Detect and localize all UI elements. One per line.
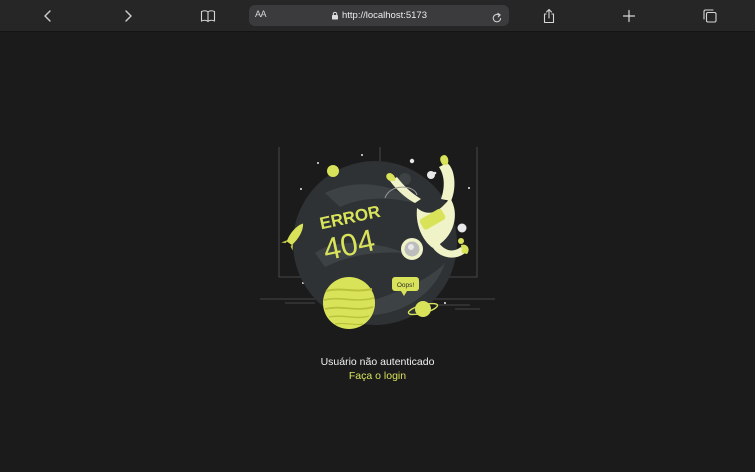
chevron-right-icon (125, 10, 132, 22)
plus-icon (622, 9, 636, 23)
browser-toolbar: AA http://localhost:5173 (0, 0, 755, 32)
moon-small (457, 223, 467, 233)
lock-icon (331, 11, 338, 20)
page-content: ERROR 404 Oops! Usuário não autenticado … (0, 33, 755, 472)
yellow-planet (323, 277, 375, 329)
back-button[interactable] (37, 6, 59, 26)
new-tab-button[interactable] (618, 6, 640, 26)
moon-yellow (327, 165, 339, 177)
reload-button[interactable] (491, 9, 503, 28)
chevron-left-icon (44, 10, 51, 22)
error-404-illustration: ERROR 404 Oops! (260, 147, 495, 329)
share-button[interactable] (538, 6, 560, 26)
bookmarks-button[interactable] (197, 6, 219, 26)
oops-text: Oops! (397, 282, 415, 289)
forward-button[interactable] (117, 6, 139, 26)
share-icon (543, 8, 555, 24)
tab-overview-button[interactable] (699, 6, 721, 26)
login-link[interactable]: Faça o login (0, 370, 755, 382)
reload-icon (492, 12, 502, 23)
book-icon (200, 10, 216, 23)
auth-message: Usuário não autenticado (320, 356, 435, 368)
url-display[interactable]: http://localhost:5173 (249, 5, 509, 26)
url-text: http://localhost:5173 (341, 10, 428, 21)
tabs-icon (703, 9, 717, 23)
address-bar[interactable]: AA http://localhost:5173 (249, 5, 509, 26)
